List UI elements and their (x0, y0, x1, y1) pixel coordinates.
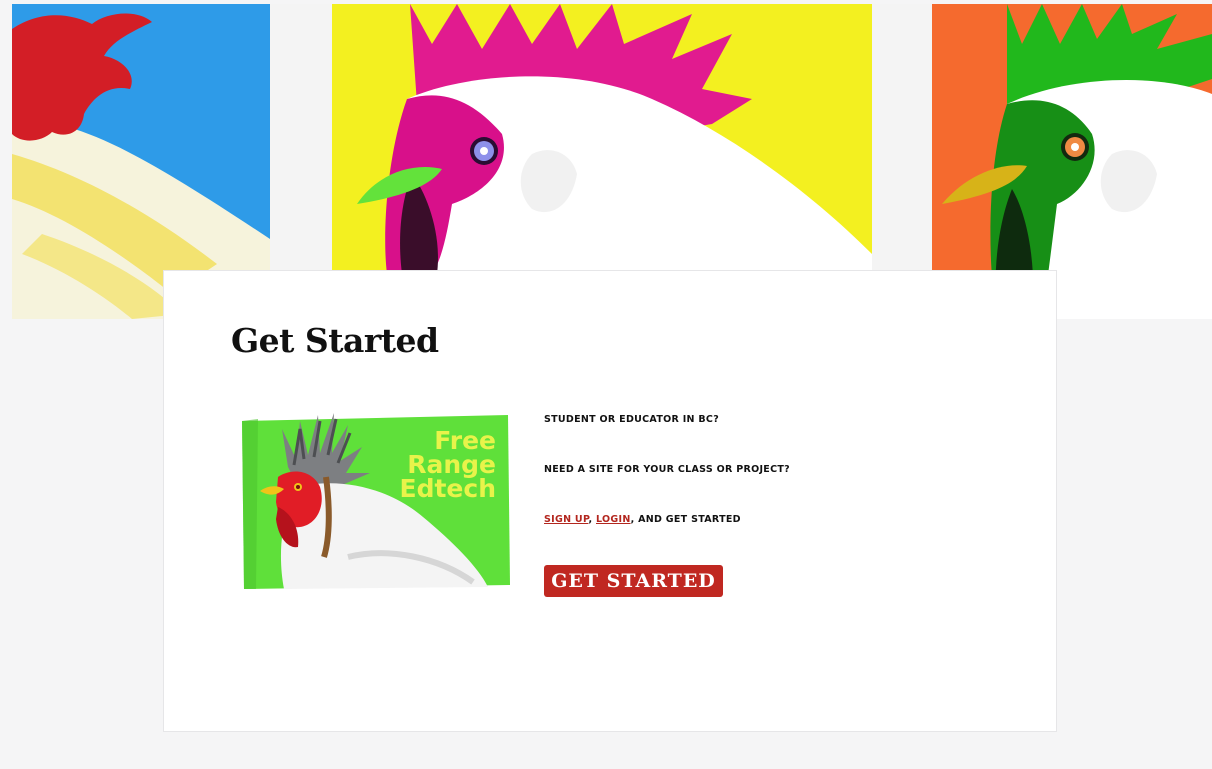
get-started-card: Get Started Free Range Edtech STUDENT OR… (163, 270, 1057, 732)
signup-link[interactable]: SIGN UP (544, 514, 588, 525)
login-link[interactable]: LOGIN (596, 514, 631, 525)
free-range-edtech-logo: Free Range Edtech (238, 407, 514, 595)
question-student-educator: STUDENT OR EDUCATOR IN BC? (544, 414, 720, 425)
signup-login-line: SIGN UP, LOGIN, AND GET STARTED (544, 513, 964, 527)
logo-word-edtech: Edtech (400, 474, 497, 503)
question-need-site: NEED A SITE FOR YOUR CLASS OR PROJECT? (544, 464, 790, 475)
signup-info: STUDENT OR EDUCATOR IN BC? NEED A SITE F… (544, 413, 964, 527)
chicken-logo-illustration: Free Range Edtech (242, 413, 510, 589)
page-title: Get Started (231, 321, 439, 360)
get-started-text: , AND GET STARTED (630, 514, 741, 525)
separator-comma: , (588, 514, 596, 525)
get-started-button[interactable]: GET STARTED (544, 565, 723, 597)
